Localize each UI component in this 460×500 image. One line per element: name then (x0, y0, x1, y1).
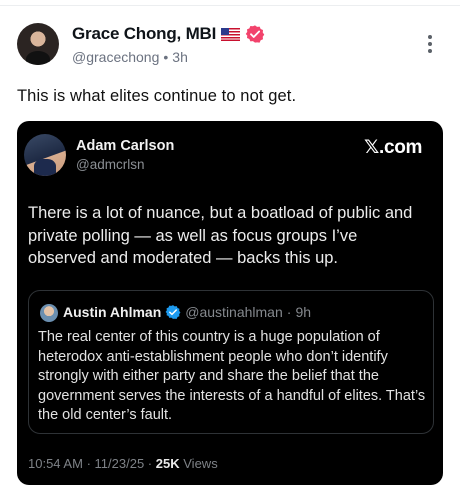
quoted-post-header: Austin Ahlman @austinahlman · 9h (63, 304, 311, 320)
quoted-separator: · (286, 304, 292, 320)
footer-separator: · (86, 456, 91, 471)
quoted-post-time: 9h (295, 304, 312, 320)
us-flag-icon (221, 27, 241, 41)
post-text: This is what elites continue to not get. (17, 87, 297, 105)
quoted-post-text: The real center of this country is a hug… (38, 329, 426, 423)
embed-author-name: Adam Carlson (76, 138, 175, 154)
quoted-author-avatar (40, 304, 58, 322)
verified-badge-icon (245, 25, 265, 43)
quoted-author-name: Austin Ahlman (63, 304, 162, 320)
verified-badge-icon (165, 305, 181, 319)
author-name[interactable]: Grace Chong, MBI (72, 24, 216, 44)
views-count: 25K (155, 456, 180, 471)
embed-footer: 10:54 AM · 11/23/25 · 25K Views (28, 456, 218, 471)
author-meta: @gracechong • 3h (72, 49, 188, 65)
top-divider (0, 0, 460, 6)
meta-separator: • (163, 49, 169, 65)
author-name-row: Grace Chong, MBI (72, 24, 265, 44)
embed-author-handle: @admcrlsn (76, 157, 145, 172)
embed-post-text: There is a lot of nuance, but a boatload… (28, 204, 413, 267)
views-label: Views (183, 456, 218, 471)
embed-author-avatar (24, 134, 66, 176)
x-logo-icon: 𝕏.com (364, 137, 423, 158)
footer-separator-2: · (147, 456, 153, 471)
quoted-author-handle: @austinahlman (185, 304, 283, 320)
footer-time: 10:54 AM (28, 456, 83, 471)
post-time[interactable]: 3h (172, 49, 188, 65)
author-avatar[interactable] (17, 23, 59, 65)
author-handle[interactable]: @gracechong (72, 49, 159, 65)
footer-date: 11/23/25 (94, 456, 145, 471)
more-options-icon[interactable] (424, 35, 436, 57)
